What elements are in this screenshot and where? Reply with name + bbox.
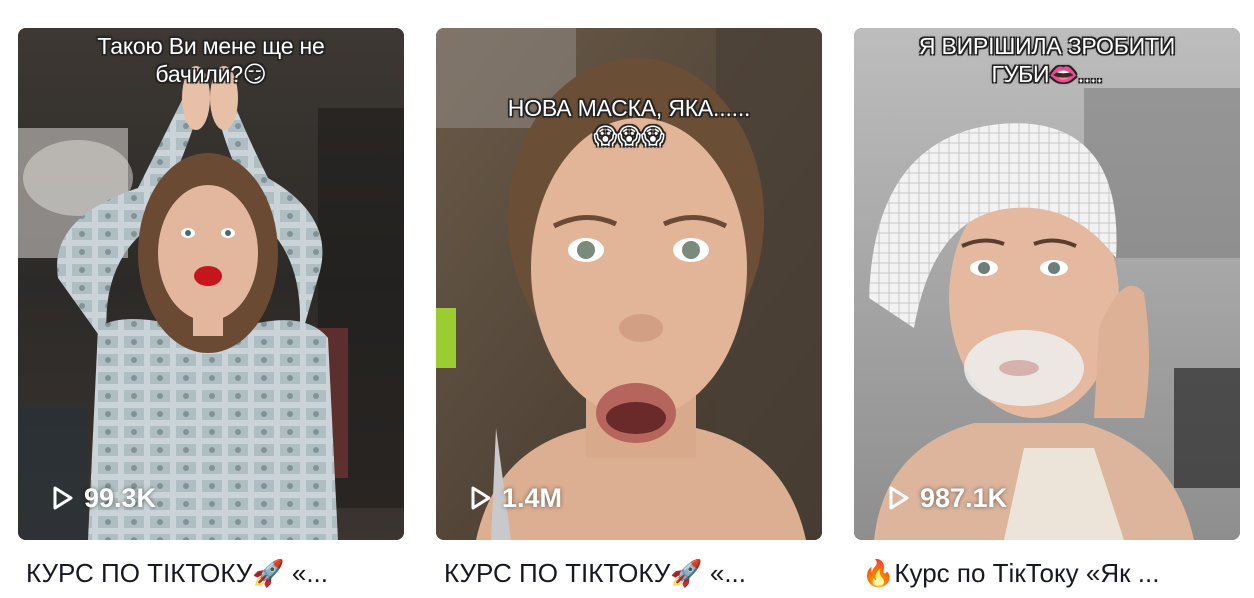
video-caption[interactable]: КУРС ПО ТІКТОКУ🚀 «... [26,558,398,588]
video-overlay-caption: Я ВИРІШИЛА ЗРОБИТИ ГУБИ👄.... [854,32,1240,88]
video-frame-image [18,28,404,540]
video-overlay-caption: Такою Ви мене ще не бачили?😏 [18,32,404,88]
overlay-line: НОВА МАСКА, ЯКА...... [507,95,751,121]
overlay-line: бачили?😏 [155,61,267,87]
video-caption[interactable]: КУРС ПО ТІКТОКУ🚀 «... [444,558,816,588]
video-thumbnail[interactable]: Такою Ви мене ще не бачили?😏 99.3K [18,28,404,540]
video-thumbnail[interactable]: Я ВИРІШИЛА ЗРОБИТИ ГУБИ👄.... 987.1K [854,28,1240,540]
video-overlay-caption: НОВА МАСКА, ЯКА...... 😱😱😱 [436,94,822,150]
play-outline-icon [53,486,73,510]
video-frame-image [854,28,1240,540]
overlay-line: ГУБИ👄.... [991,61,1103,87]
play-outline-icon [889,486,909,510]
view-count: 987.1K [888,482,1007,514]
overlay-line: Такою Ви мене ще не [97,33,325,59]
video-caption[interactable]: 🔥Курс по ТікТоку «Як ... [862,558,1234,588]
view-count-value: 1.4M [502,482,563,513]
view-count-value: 99.3K [84,482,157,513]
video-thumbnail[interactable]: НОВА МАСКА, ЯКА...... 😱😱😱 1.4M [436,28,822,540]
play-outline-icon [471,486,491,510]
video-card[interactable]: НОВА МАСКА, ЯКА...... 😱😱😱 1.4M КУРС ПО Т… [436,28,822,588]
view-count: 1.4M [470,482,562,514]
view-count: 99.3K [52,482,156,514]
overlay-line: 😱😱😱 [593,123,665,149]
view-count-value: 987.1K [920,482,1008,513]
video-card[interactable]: Такою Ви мене ще не бачили?😏 99.3K КУРС … [18,28,404,588]
overlay-line: Я ВИРІШИЛА ЗРОБИТИ [918,33,1176,59]
video-grid: Такою Ви мене ще не бачили?😏 99.3K КУРС … [18,28,1240,588]
video-card[interactable]: Я ВИРІШИЛА ЗРОБИТИ ГУБИ👄.... 987.1K 🔥Кур… [854,28,1240,588]
